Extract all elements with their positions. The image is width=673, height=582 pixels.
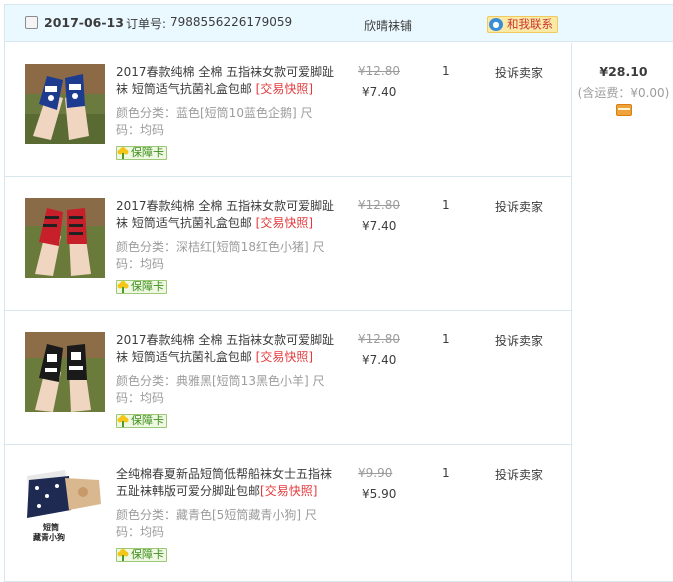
- original-price: ¥12.80: [358, 198, 400, 212]
- flower-icon: [117, 147, 129, 159]
- order-date: 2017-06-13: [44, 15, 124, 30]
- actual-price: ¥7.40: [362, 85, 397, 99]
- product-thumbnail[interactable]: [25, 64, 105, 144]
- order-total: ¥28.10: [599, 64, 648, 79]
- thumb-caption-line1: 短筒: [43, 522, 59, 532]
- quantity: 1: [442, 466, 450, 480]
- actual-price: ¥7.40: [362, 219, 397, 233]
- thumb-caption-line2: 藏青小狗: [33, 532, 65, 542]
- shipping-fee: (含运费：¥0.00): [577, 86, 670, 100]
- warranty-badge[interactable]: 保障卡: [116, 548, 167, 562]
- shop-name-link[interactable]: 欣晴袜铺: [364, 17, 412, 34]
- order-checkbox[interactable]: [25, 16, 38, 29]
- warranty-badge-label: 保障卡: [131, 146, 164, 159]
- warranty-badge[interactable]: 保障卡: [116, 414, 167, 428]
- order-item: 2017春款纯棉 全棉 五指袜女款可爱脚趾袜 短筒适气抗菌礼盒包邮 [交易快照]…: [5, 43, 572, 177]
- order-item: 短筒 藏青小狗 全纯棉春夏新品短筒低帮船袜女士五指袜五趾袜韩版可爱分脚趾包邮[交…: [5, 445, 572, 579]
- flower-icon: [117, 549, 129, 561]
- warranty-badge-label: 保障卡: [131, 414, 164, 427]
- complain-seller-link[interactable]: 投诉卖家: [495, 466, 543, 483]
- order-card: 2017-06-13 订单号: 7988556226179059 欣晴袜铺 ● …: [4, 4, 673, 582]
- warranty-badge[interactable]: 保障卡: [116, 146, 167, 160]
- complain-seller-link[interactable]: 投诉卖家: [495, 64, 543, 81]
- product-thumbnail[interactable]: 短筒 藏青小狗: [25, 466, 105, 546]
- original-price: ¥12.80: [358, 64, 400, 78]
- quantity: 1: [442, 332, 450, 346]
- flower-icon: [117, 415, 129, 427]
- product-thumbnail[interactable]: [25, 332, 105, 412]
- quantity: 1: [442, 198, 450, 212]
- warranty-badge[interactable]: 保障卡: [116, 280, 167, 294]
- order-item: 2017春款纯棉 全棉 五指袜女款可爱脚趾袜 短筒适气抗菌礼盒包邮 [交易快照]…: [5, 311, 572, 445]
- order-number-label: 订单号:: [126, 17, 167, 31]
- sku-info: 颜色分类：深桔红[短筒18红色小猪] 尺码：均码: [116, 240, 325, 271]
- flower-icon: [117, 281, 129, 293]
- warranty-badge-label: 保障卡: [131, 280, 164, 293]
- product-title-link[interactable]: 全纯棉春夏新品短筒低帮船袜女士五指袜五趾袜韩版可爱分脚趾包邮[交易快照]: [116, 466, 336, 500]
- order-header: 2017-06-13 订单号: 7988556226179059 欣晴袜铺 ● …: [5, 5, 673, 42]
- original-price: ¥9.90: [358, 466, 393, 480]
- order-number: 7988556226179059: [170, 15, 293, 29]
- warranty-badge-label: 保障卡: [131, 548, 164, 561]
- product-title-link[interactable]: 2017春款纯棉 全棉 五指袜女款可爱脚趾袜 短筒适气抗菌礼盒包邮 [交易快照]: [116, 198, 336, 232]
- snapshot-link[interactable]: [交易快照]: [256, 216, 313, 230]
- sku-info: 颜色分类：典雅黑[短筒13黑色小羊] 尺码：均码: [116, 374, 325, 405]
- payment-column: ¥28.10 (含运费：¥0.00): [571, 43, 673, 582]
- order-item: 2017春款纯棉 全棉 五指袜女款可爱脚趾袜 短筒适气抗菌礼盒包邮 [交易快照]…: [5, 177, 572, 311]
- actual-price: ¥5.90: [362, 487, 397, 501]
- snapshot-link[interactable]: [交易快照]: [256, 350, 313, 364]
- card-icon[interactable]: [616, 104, 632, 116]
- chat-bubble-icon: ●: [489, 18, 503, 31]
- snapshot-link[interactable]: [交易快照]: [260, 484, 317, 498]
- actual-price: ¥7.40: [362, 353, 397, 367]
- contact-seller-button[interactable]: ● 和我联系: [487, 16, 558, 33]
- sku-info: 颜色分类：蓝色[短筒10蓝色企鹅] 尺码：均码: [116, 106, 313, 137]
- contact-seller-label: 和我联系: [507, 17, 553, 31]
- product-thumbnail[interactable]: [25, 198, 105, 278]
- sku-info: 颜色分类：藏青色[5短筒藏青小狗] 尺码：均码: [116, 508, 317, 539]
- complain-seller-link[interactable]: 投诉卖家: [495, 198, 543, 215]
- original-price: ¥12.80: [358, 332, 400, 346]
- product-title-link[interactable]: 2017春款纯棉 全棉 五指袜女款可爱脚趾袜 短筒适气抗菌礼盒包邮 [交易快照]: [116, 332, 336, 366]
- quantity: 1: [442, 64, 450, 78]
- product-title-link[interactable]: 2017春款纯棉 全棉 五指袜女款可爱脚趾袜 短筒适气抗菌礼盒包邮 [交易快照]: [116, 64, 336, 98]
- complain-seller-link[interactable]: 投诉卖家: [495, 332, 543, 349]
- snapshot-link[interactable]: [交易快照]: [256, 82, 313, 96]
